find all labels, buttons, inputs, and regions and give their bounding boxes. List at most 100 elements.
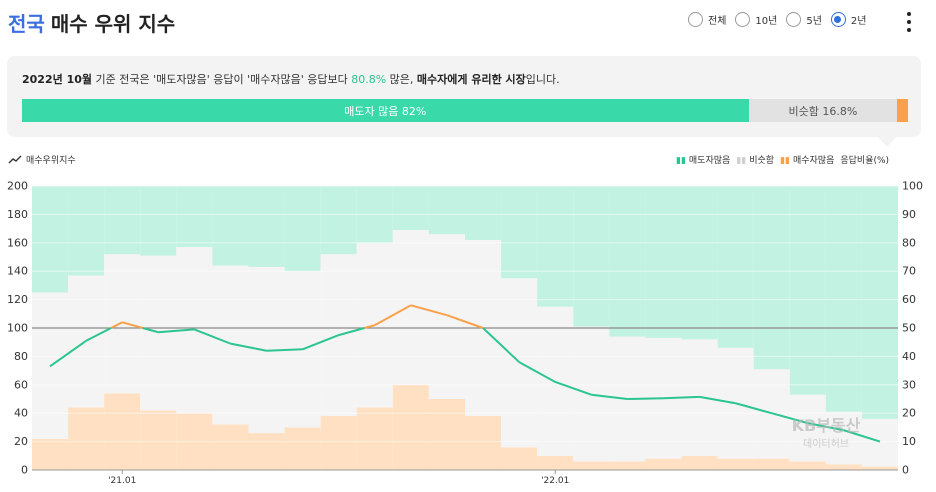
- y-right-tick-label: 90: [902, 208, 916, 221]
- period-option-2y[interactable]: 2년: [830, 12, 866, 27]
- bar-sell: [861, 186, 898, 419]
- bar-same: [825, 411, 862, 465]
- bar-buy: [212, 424, 249, 470]
- index-line-segment: [663, 395, 700, 400]
- legend-same: ▮▮ 비슷함: [736, 153, 774, 166]
- bar-same: [501, 278, 538, 448]
- y-left-tick-label: 200: [7, 180, 28, 193]
- bar-chart-icon: ▮▮: [736, 156, 747, 166]
- index-line-segment: [302, 334, 340, 351]
- index-line-segment: [121, 321, 144, 329]
- legend-same-label: 비슷함: [749, 156, 775, 166]
- bar-same: [789, 394, 826, 462]
- y-right-tick-label: 20: [902, 407, 916, 420]
- bar-buy: [861, 466, 898, 470]
- bar-sell: [284, 186, 321, 272]
- legend-index: 매수우위지수: [8, 153, 76, 166]
- period-option-all[interactable]: 전체: [688, 12, 726, 27]
- index-line-segment: [142, 327, 159, 334]
- bar-same: [681, 339, 718, 456]
- bar-buy: [176, 413, 213, 470]
- bar-same: [68, 275, 105, 408]
- bar-sell: [212, 186, 249, 266]
- bar-same: [609, 336, 646, 462]
- bar-same: [573, 326, 610, 462]
- index-line-segment: [410, 304, 448, 317]
- x-tick-label: '21.01: [108, 476, 136, 486]
- bar-buy: [681, 455, 718, 470]
- bar-same: [356, 242, 393, 408]
- bar-buy: [68, 407, 105, 470]
- title-region: 전국: [8, 11, 45, 36]
- legend-buy: ▮▮ 매수자많음: [780, 153, 834, 166]
- index-line-segment: [699, 395, 736, 405]
- ratio-sell-segment: 매도자 많음 82%: [22, 99, 749, 122]
- bar-same: [465, 239, 502, 417]
- watermark-logo: KB부동산: [792, 416, 861, 435]
- bar-sell: [645, 186, 682, 338]
- period-label: 5년: [806, 16, 822, 27]
- legend-sell-label: 매도자많음: [688, 156, 731, 166]
- y-left-tick-label: 100: [7, 322, 28, 335]
- radio-icon[interactable]: [786, 12, 802, 27]
- bar-sell: [428, 186, 465, 235]
- y-left-tick-label: 0: [21, 464, 28, 477]
- index-line-segment: [110, 321, 123, 329]
- x-tick-label: '22.01: [541, 476, 569, 486]
- index-line-segment: [374, 304, 412, 327]
- watermark-sub: 데이터허브: [803, 438, 849, 450]
- index-line-segment: [364, 324, 376, 329]
- legend-ratio: ▮▮ 매도자많음 ▮▮ 비슷함 ▮▮ 매수자많음 응답비율(%): [676, 153, 889, 166]
- y-right-tick-label: 30: [902, 378, 916, 391]
- ratio-bar: 매도자 많음 82% 비슷함 16.8%: [22, 99, 908, 122]
- bar-same: [284, 271, 321, 428]
- bar-sell: [465, 186, 502, 240]
- bar-buy: [320, 416, 357, 470]
- y-right-tick-label: 40: [902, 350, 916, 363]
- bar-buy: [248, 433, 285, 470]
- index-line-segment: [338, 327, 365, 337]
- bar-sell: [501, 186, 538, 279]
- y-left-tick-label: 20: [14, 435, 28, 448]
- bar-buy: [392, 384, 429, 470]
- bar-sell: [248, 186, 285, 267]
- bar-buy: [753, 458, 790, 470]
- bar-buy: [428, 399, 465, 470]
- bar-same: [537, 306, 574, 456]
- bar-buy: [104, 393, 141, 470]
- legend-index-label: 매수우위지수: [26, 156, 76, 166]
- bar-sell: [573, 186, 610, 327]
- bar-sell: [717, 186, 754, 348]
- index-line-segment: [49, 339, 87, 368]
- index-line-segment: [554, 381, 592, 396]
- bar-buy: [537, 455, 574, 470]
- bar-sell: [356, 186, 393, 243]
- index-line-segment: [518, 361, 556, 383]
- index-line-segment: [85, 327, 112, 342]
- radio-selected-icon[interactable]: [830, 12, 846, 27]
- bar-buy: [32, 438, 69, 470]
- period-label: 10년: [755, 16, 778, 27]
- bar-buy: [645, 458, 682, 470]
- bar-buy: [573, 461, 610, 470]
- y-left-tick-label: 180: [7, 208, 28, 221]
- bar-buy: [717, 458, 754, 470]
- radio-icon[interactable]: [688, 12, 703, 27]
- y-right-tick-label: 10: [902, 435, 916, 448]
- period-selector: 전체 10년 5년 2년: [688, 12, 875, 27]
- index-line-segment: [735, 402, 772, 415]
- trend-line-icon: [8, 155, 22, 163]
- radio-icon[interactable]: [735, 12, 751, 27]
- page-title: 전국 매수 우위 지수: [8, 8, 175, 36]
- bar-sell: [681, 186, 718, 340]
- y-left-tick-label: 140: [7, 265, 28, 278]
- more-menu-icon[interactable]: [902, 12, 916, 32]
- ratio-buy-segment: [897, 99, 908, 122]
- period-label: 전체: [708, 16, 727, 27]
- y-right-tick-label: 60: [902, 293, 916, 306]
- period-option-5y[interactable]: 5년: [786, 12, 822, 27]
- bar-sell: [825, 186, 862, 412]
- period-option-10y[interactable]: 10년: [735, 12, 777, 27]
- bar-same: [753, 369, 790, 459]
- summary-part3: 입니다.: [525, 73, 560, 86]
